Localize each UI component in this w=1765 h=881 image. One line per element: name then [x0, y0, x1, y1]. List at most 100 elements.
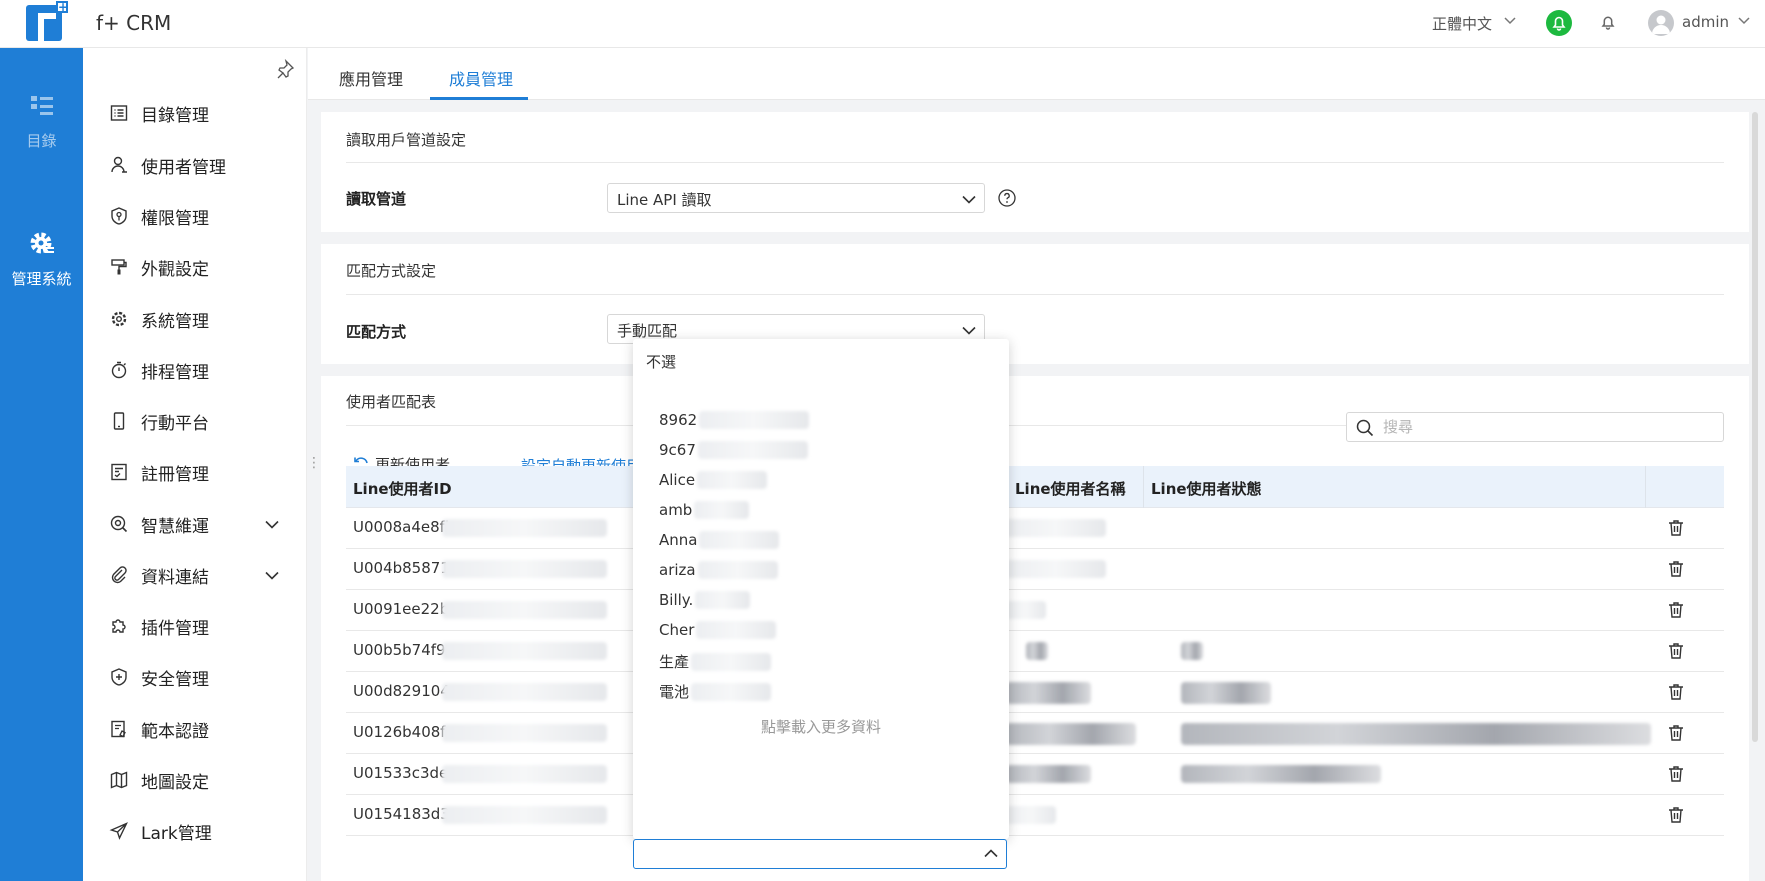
- pin-icon[interactable]: [275, 59, 295, 79]
- column-header-line-user-status: Line使用者狀態: [1151, 480, 1262, 498]
- sidebar-item-map-settings[interactable]: 地圖設定: [83, 760, 307, 800]
- column-header-line-user-id: Line使用者ID: [353, 480, 452, 498]
- trash-icon[interactable]: [1666, 723, 1686, 743]
- search-box[interactable]: [1346, 412, 1724, 442]
- match-mode-card: 匹配方式設定 匹配方式 手動匹配: [321, 244, 1749, 364]
- redacted-text: [1181, 765, 1381, 783]
- dropdown-option[interactable]: 電池: [659, 681, 772, 702]
- sidebar-item-label: 目錄管理: [141, 105, 209, 126]
- sidebar: 目錄管理 使用者管理 權限管理 外觀設定 系統管理 排程管理 行動平台 註冊管理…: [83, 48, 307, 881]
- chevron-down-icon[interactable]: [263, 515, 281, 533]
- app-logo[interactable]: +: [26, 1, 68, 43]
- line-user-id: U0126b408f: [353, 723, 446, 741]
- chevron-down-icon[interactable]: [263, 566, 281, 584]
- dropdown-option[interactable]: Billy.: [659, 591, 751, 609]
- sidebar-item-system-mgmt[interactable]: 系統管理: [83, 299, 307, 339]
- read-channel-select[interactable]: Line API 讀取: [607, 183, 985, 213]
- sidebar-item-permission-mgmt[interactable]: 權限管理: [83, 196, 307, 236]
- trash-icon[interactable]: [1666, 682, 1686, 702]
- redacted-text: [691, 652, 772, 671]
- dropdown-option[interactable]: amb: [659, 501, 750, 519]
- option-label: Anna: [659, 531, 698, 549]
- column-separator: [1143, 466, 1144, 508]
- dropdown-option[interactable]: ariza: [659, 561, 778, 579]
- redacted-text: [442, 683, 607, 701]
- sidebar-item-user-mgmt[interactable]: 使用者管理: [83, 145, 307, 185]
- chevron-down-icon: [962, 326, 976, 335]
- redacted-text: [1006, 806, 1056, 824]
- table-row: U01533c3de: [346, 754, 1724, 795]
- trash-icon[interactable]: [1666, 641, 1686, 661]
- sidebar-item-register-mgmt[interactable]: 註冊管理: [83, 452, 307, 492]
- redacted-text: [691, 682, 772, 701]
- select-value: 手動匹配: [617, 322, 678, 340]
- mobile-icon: [113, 412, 125, 430]
- language-selector[interactable]: 正體中文: [1432, 13, 1492, 34]
- trash-icon[interactable]: [1666, 518, 1686, 538]
- section-title: 讀取用戶管道設定: [346, 131, 467, 149]
- dropdown-option[interactable]: 生產: [659, 651, 772, 672]
- user-match-card: 使用者匹配表 更新使用者 設定自動更新使用 Line使用者ID Line使用者名…: [321, 376, 1749, 881]
- chevron-down-icon[interactable]: [1502, 12, 1518, 28]
- column-header-line-user-name: Line使用者名稱: [1015, 480, 1126, 498]
- sidebar-item-plugin-mgmt[interactable]: 插件管理: [83, 606, 307, 646]
- sidebar-item-appearance[interactable]: 外觀設定: [83, 247, 307, 287]
- smart-ops-icon: [110, 515, 128, 533]
- dropdown-option[interactable]: 9c67: [659, 441, 808, 459]
- redacted-text: [442, 642, 607, 660]
- avatar[interactable]: [1648, 10, 1674, 36]
- option-label: ariza: [659, 561, 696, 579]
- chevron-down-icon[interactable]: [1736, 12, 1752, 28]
- line-user-id: U01533c3de: [353, 764, 449, 782]
- trash-icon[interactable]: [1666, 805, 1686, 825]
- help-icon[interactable]: [997, 188, 1017, 208]
- sidebar-item-catalog-mgmt[interactable]: 目錄管理: [83, 93, 307, 133]
- redacted-text: [697, 561, 778, 579]
- sidebar-item-schedule-mgmt[interactable]: 排程管理: [83, 350, 307, 390]
- line-user-id: U00d829104: [353, 682, 450, 700]
- load-more-link[interactable]: 點擊載入更多資料: [633, 716, 1009, 737]
- gear-icon: [30, 232, 54, 254]
- trash-icon[interactable]: [1666, 600, 1686, 620]
- redacted-text: [442, 601, 607, 619]
- trash-icon[interactable]: [1666, 559, 1686, 579]
- tab-app-mgmt[interactable]: 應用管理: [339, 66, 403, 90]
- map-icon: [110, 771, 128, 789]
- sidebar-item-lark-mgmt[interactable]: Lark管理: [83, 811, 307, 851]
- table-header: Line使用者ID Line使用者名稱 Line使用者狀態: [346, 466, 1724, 508]
- notification-badge-icon[interactable]: [1546, 10, 1572, 36]
- redacted-text: [697, 471, 768, 489]
- redacted-text: [442, 519, 607, 537]
- sidebar-item-label: 系統管理: [141, 311, 209, 332]
- redacted-text: [695, 591, 751, 609]
- redacted-text: [1181, 682, 1271, 704]
- user-name[interactable]: admin: [1682, 13, 1729, 31]
- redacted-text: [699, 531, 780, 549]
- puzzle-icon: [112, 619, 126, 633]
- rail-item-admin[interactable]: 管理系統: [0, 230, 83, 289]
- sidebar-item-smart-ops[interactable]: 智慧維運: [83, 504, 307, 544]
- read-channel-card: 讀取用戶管道設定 讀取管道 Line API 讀取: [321, 112, 1749, 232]
- search-input[interactable]: [1383, 418, 1713, 436]
- dropdown-option[interactable]: Cher: [659, 621, 777, 639]
- sidebar-item-mobile-platform[interactable]: 行動平台: [83, 401, 307, 441]
- dropdown-option[interactable]: Alice: [659, 471, 768, 489]
- dropdown-option-none[interactable]: 不選: [646, 351, 676, 372]
- dropdown-option[interactable]: 8962: [659, 411, 810, 429]
- page-scrollbar[interactable]: [1752, 112, 1758, 742]
- sidebar-item-data-link[interactable]: 資料連結: [83, 555, 307, 595]
- dropdown-option[interactable]: Anna: [659, 531, 780, 549]
- user-match-select[interactable]: [633, 839, 1007, 869]
- list-icon: [110, 105, 128, 121]
- trash-icon[interactable]: [1666, 764, 1686, 784]
- divider: [346, 294, 1724, 295]
- sidebar-item-label: 外觀設定: [141, 259, 209, 280]
- sidebar-item-security-mgmt[interactable]: 安全管理: [83, 657, 307, 697]
- table-row: U0091ee22b: [346, 590, 1724, 631]
- rail-item-catalog[interactable]: 目錄: [0, 92, 83, 151]
- option-label: 9c67: [659, 441, 696, 459]
- bell-icon[interactable]: [1598, 12, 1618, 32]
- sidebar-item-template-cert[interactable]: 範本認證: [83, 709, 307, 749]
- tab-member-mgmt[interactable]: 成員管理: [449, 66, 513, 90]
- sidebar-resize-handle[interactable]: ⋮⋮: [307, 456, 335, 480]
